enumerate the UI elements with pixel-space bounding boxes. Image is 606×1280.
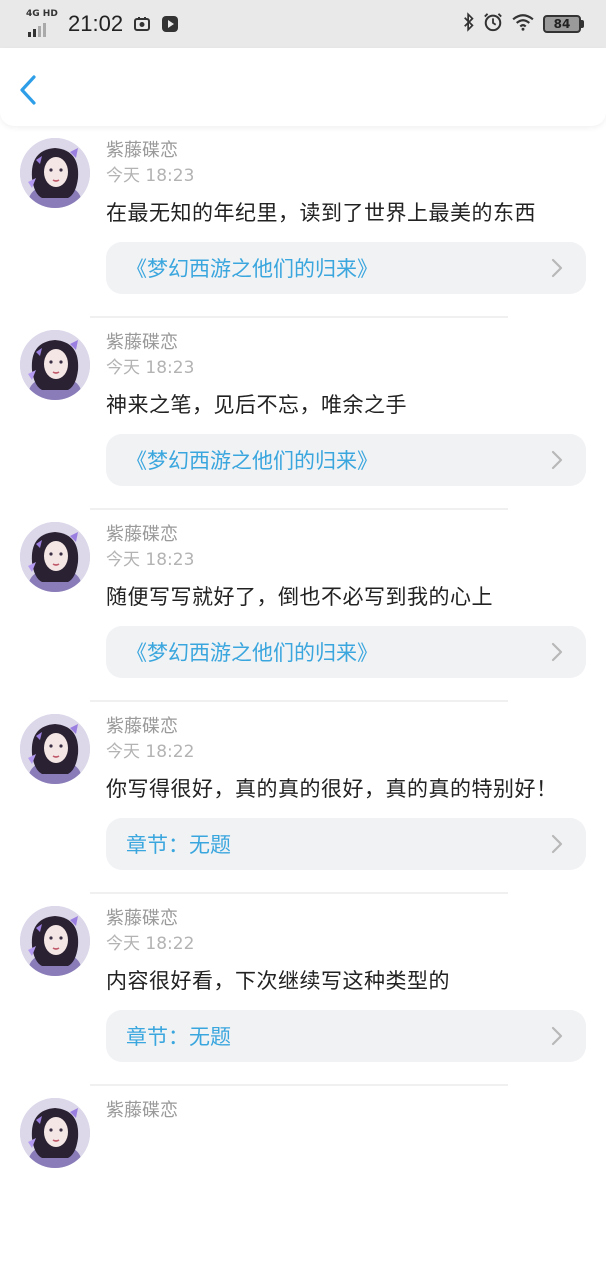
chevron-left-icon [20,75,36,105]
avatar[interactable] [20,906,90,976]
source-link-card[interactable]: 《梦幻西游之他们的归来》 [106,626,586,678]
username[interactable]: 紫藤碟恋 [106,330,586,356]
avatar[interactable] [20,714,90,784]
username[interactable]: 紫藤碟恋 [106,522,586,548]
comment-time: 今天 18:22 [106,934,195,954]
chevron-right-icon [551,1026,563,1046]
battery-body: 84 [543,15,581,33]
chevron-right-icon [551,258,563,278]
comment-item: 紫藤碟恋 今天 18:23 神来之笔，见后不忘，唯余之手 《梦幻西游之他们的归来… [0,318,606,510]
status-right: 84 [463,12,584,36]
username[interactable]: 紫藤碟恋 [106,906,586,932]
wifi-icon [511,13,535,35]
username[interactable]: 紫藤碟恋 [106,1098,586,1124]
avatar[interactable] [20,1098,90,1168]
battery-level: 84 [553,17,571,31]
comment-time: 今天 18:23 [106,166,195,186]
chevron-right-icon [551,450,563,470]
chevron-right-icon [551,834,563,854]
comment-text: 在最无知的年纪里，读到了世界上最美的东西 [106,201,536,225]
battery-cap [581,20,584,28]
comment-body: 紫藤碟恋 今天 18:23 神来之笔，见后不忘，唯余之手 《梦幻西游之他们的归来… [106,330,586,486]
status-bar: 4G HD 21:02 84 [0,0,606,48]
source-link-label: 章节：无题 [126,1025,231,1049]
battery-indicator: 84 [543,15,584,33]
username[interactable]: 紫藤碟恋 [106,138,586,164]
comment-body: 紫藤碟恋 今天 18:23 随便写写就好了，倒也不必写到我的心上 《梦幻西游之他… [106,522,586,678]
source-link-label: 章节：无题 [126,833,231,857]
source-link-label: 《梦幻西游之他们的归来》 [126,449,378,473]
status-left: 4G HD 21:02 [26,9,179,39]
avatar[interactable] [20,138,90,208]
comment-body: 紫藤碟恋 今天 18:23 在最无知的年纪里，读到了世界上最美的东西 《梦幻西游… [106,138,586,294]
comment-item: 紫藤碟恋 今天 18:22 内容很好看，下次继续写这种类型的 章节：无题 [0,894,606,1086]
avatar[interactable] [20,330,90,400]
comment-body: 紫藤碟恋 今天 18:22 内容很好看，下次继续写这种类型的 章节：无题 [106,906,586,1062]
screenshot-icon [133,15,151,33]
signal-icon [28,21,46,37]
comment-body: 紫藤碟恋 [106,1098,586,1148]
comment-time: 今天 18:22 [106,742,195,762]
back-button[interactable] [18,74,48,110]
comment-item: 紫藤碟恋 今天 18:23 随便写写就好了，倒也不必写到我的心上 《梦幻西游之他… [0,510,606,702]
media-play-icon [161,15,179,33]
comment-text: 神来之笔，见后不忘，唯余之手 [106,393,407,417]
username[interactable]: 紫藤碟恋 [106,714,586,740]
comment-item: 紫藤碟恋 [0,1086,606,1168]
chevron-right-icon [551,642,563,662]
source-link-card[interactable]: 章节：无题 [106,1010,586,1062]
comment-time [106,1124,586,1148]
avatar[interactable] [20,522,90,592]
comment-text: 你写得很好，真的真的很好，真的真的特别好！ [106,777,558,801]
source-link-label: 《梦幻西游之他们的归来》 [126,641,378,665]
comment-time: 今天 18:23 [106,550,195,570]
top-nav-bar [0,48,606,126]
source-link-card[interactable]: 《梦幻西游之他们的归来》 [106,434,586,486]
clock: 21:02 [68,11,124,36]
comment-text: 内容很好看，下次继续写这种类型的 [106,969,450,993]
bluetooth-icon [463,12,475,36]
comment-feed: 紫藤碟恋 今天 18:23 在最无知的年纪里，读到了世界上最美的东西 《梦幻西游… [0,126,606,1168]
source-link-card[interactable]: 《梦幻西游之他们的归来》 [106,242,586,294]
comment-time: 今天 18:23 [106,358,195,378]
source-link-label: 《梦幻西游之他们的归来》 [126,257,378,281]
comment-item: 紫藤碟恋 今天 18:23 在最无知的年纪里，读到了世界上最美的东西 《梦幻西游… [0,126,606,318]
alarm-icon [483,12,503,36]
comment-body: 紫藤碟恋 今天 18:22 你写得很好，真的真的很好，真的真的特别好！ 章节：无… [106,714,586,870]
source-link-card[interactable]: 章节：无题 [106,818,586,870]
network-indicator: 4G HD [26,9,58,39]
comment-item: 紫藤碟恋 今天 18:22 你写得很好，真的真的很好，真的真的特别好！ 章节：无… [0,702,606,894]
network-type: 4G HD [26,9,58,19]
comment-text: 随便写写就好了，倒也不必写到我的心上 [106,585,493,609]
